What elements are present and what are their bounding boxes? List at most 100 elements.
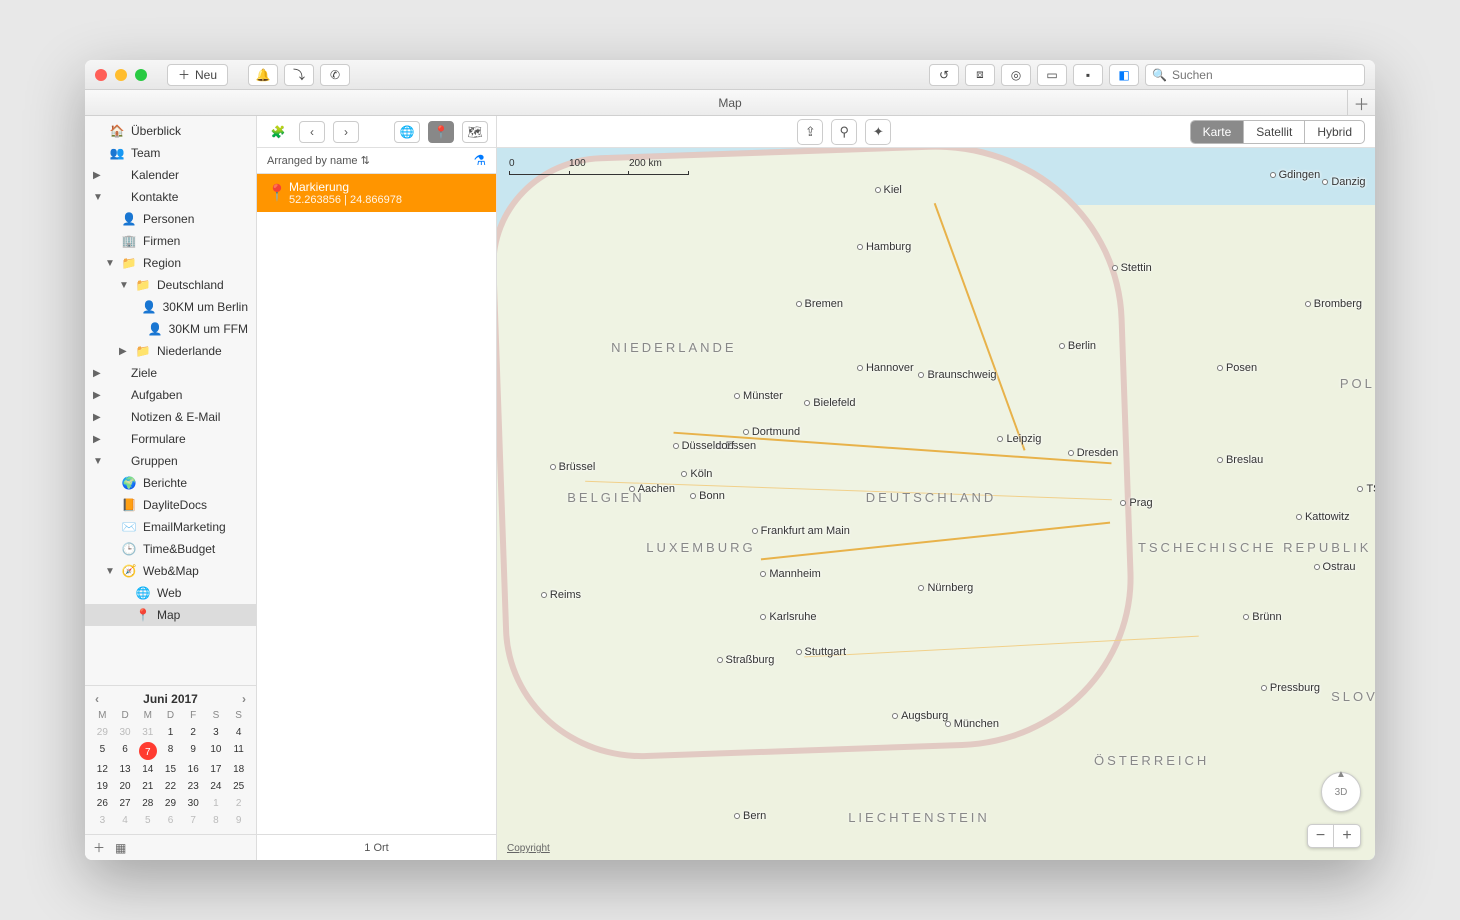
sidebar-item-gruppen[interactable]: ▼Gruppen (85, 450, 256, 472)
cal-day[interactable]: 19 (91, 779, 114, 794)
sidebar-item-berichte[interactable]: 🌍Berichte (85, 472, 256, 494)
app-icon[interactable]: 🧩 (265, 121, 291, 143)
cal-day[interactable]: 24 (205, 779, 228, 794)
cal-day[interactable]: 25 (227, 779, 250, 794)
copyright-link[interactable]: Copyright (507, 843, 550, 854)
sidebar-item-formulare[interactable]: ▶Formulare (85, 428, 256, 450)
cal-day[interactable]: 9 (227, 813, 250, 828)
cal-day[interactable]: 9 (182, 742, 205, 760)
cal-day[interactable]: 3 (91, 813, 114, 828)
cal-day[interactable]: 28 (136, 796, 159, 811)
sidebar-item-web[interactable]: 🌐Web (85, 582, 256, 604)
cal-day[interactable]: 13 (114, 762, 137, 777)
search-field[interactable]: 🔍 (1145, 64, 1365, 86)
sidebar-item-personen[interactable]: 👤Personen (85, 208, 256, 230)
cal-day[interactable]: 8 (159, 742, 182, 760)
cal-day[interactable]: 21 (136, 779, 159, 794)
cal-day[interactable]: 14 (136, 762, 159, 777)
cal-day[interactable]: 18 (227, 762, 250, 777)
map-segment-satellit[interactable]: Satellit (1243, 121, 1304, 143)
grid-view-button[interactable]: ▦ (115, 841, 126, 855)
cal-day[interactable]: 3 (205, 725, 228, 740)
new-button[interactable]: ＋ Neu (167, 64, 228, 86)
map-segment-hybrid[interactable]: Hybrid (1304, 121, 1364, 143)
sidebar-item-team[interactable]: 👥Team (85, 142, 256, 164)
map-segment-karte[interactable]: Karte (1191, 121, 1244, 143)
list-row[interactable]: 📍Markierung52.263856 | 24.866978 (257, 174, 496, 212)
pin-view[interactable]: 📍 (428, 121, 454, 143)
compass-3d[interactable]: 3D (1321, 772, 1361, 812)
cal-prev[interactable]: ‹ (91, 692, 103, 706)
call-button[interactable]: ✆ (320, 64, 350, 86)
sidebar-item-region[interactable]: ▼📁Region (85, 252, 256, 274)
cal-next[interactable]: › (238, 692, 250, 706)
cal-day[interactable]: 29 (159, 796, 182, 811)
cal-day[interactable]: 11 (227, 742, 250, 760)
nav-forward[interactable]: › (333, 121, 359, 143)
map-view[interactable]: 0100200 km 3D − + Copyright DEUTSCHLANDN… (497, 148, 1375, 860)
map-view[interactable]: 🗺 (462, 121, 488, 143)
cal-day[interactable]: 17 (205, 762, 228, 777)
sidebar-item-30km-um-ffm[interactable]: 👤30KM um FFM (85, 318, 256, 340)
display-icon[interactable]: ▭ (1037, 64, 1067, 86)
sidebar-item-daylitedocs[interactable]: 📙DayliteDocs (85, 494, 256, 516)
cal-day[interactable]: 1 (159, 725, 182, 740)
cal-day[interactable]: 8 (205, 813, 228, 828)
cal-day[interactable]: 6 (114, 742, 137, 760)
sort-bar[interactable]: Arranged by name ⇅ ⚗ (257, 148, 496, 174)
cal-day[interactable]: 29 (91, 725, 114, 740)
zoom-out[interactable]: − (1308, 825, 1334, 847)
sidebar-item-firmen[interactable]: 🏢Firmen (85, 230, 256, 252)
close-window[interactable] (95, 69, 107, 81)
incoming-call-button[interactable]: ⤵ (284, 64, 314, 86)
cal-day[interactable]: 1 (205, 796, 228, 811)
sidebar-item-ziele[interactable]: ▶Ziele (85, 362, 256, 384)
sidebar-item-aufgaben[interactable]: ▶Aufgaben (85, 384, 256, 406)
sidebar-item-kalender[interactable]: ▶Kalender (85, 164, 256, 186)
sidebar-item--berblick[interactable]: 🏠Überblick (85, 120, 256, 142)
cal-day[interactable]: 4 (227, 725, 250, 740)
sidebar-item-niederlande[interactable]: ▶📁Niederlande (85, 340, 256, 362)
sidebar-item-emailmarketing[interactable]: ✉️EmailMarketing (85, 516, 256, 538)
cal-day[interactable]: 30 (182, 796, 205, 811)
cal-day[interactable]: 7 (139, 742, 157, 760)
cal-day[interactable]: 16 (182, 762, 205, 777)
cal-day[interactable]: 2 (182, 725, 205, 740)
cal-day[interactable]: 4 (114, 813, 137, 828)
new-tab-button[interactable]: ＋ (1347, 90, 1375, 115)
cal-day[interactable]: 6 (159, 813, 182, 828)
search-input[interactable] (1172, 68, 1358, 82)
sidebar-item-notizen-e-mail[interactable]: ▶Notizen & E-Mail (85, 406, 256, 428)
cal-day[interactable]: 26 (91, 796, 114, 811)
cal-day[interactable]: 2 (227, 796, 250, 811)
sidebar-item-map[interactable]: 📍Map (85, 604, 256, 626)
globe-view[interactable]: 🌐 (394, 121, 420, 143)
cal-day[interactable]: 15 (159, 762, 182, 777)
sidebar-item-time-budget[interactable]: 🕒Time&Budget (85, 538, 256, 560)
tool-1[interactable]: ↺ (929, 64, 959, 86)
add-button[interactable]: ＋ (93, 839, 105, 856)
calendar-day-icon[interactable]: ⧈ (965, 64, 995, 86)
save-icon[interactable]: ▪ (1073, 64, 1103, 86)
cal-day[interactable]: 30 (114, 725, 137, 740)
cal-day[interactable]: 5 (136, 813, 159, 828)
map-type-segment[interactable]: KarteSatellitHybrid (1190, 120, 1365, 144)
panel-toggle[interactable]: ◧ (1109, 64, 1139, 86)
sidebar-item-kontakte[interactable]: ▼Kontakte (85, 186, 256, 208)
cal-day[interactable]: 22 (159, 779, 182, 794)
share-button[interactable]: ⇪ (797, 119, 823, 145)
cal-day[interactable]: 27 (114, 796, 137, 811)
drop-pin-button[interactable]: ⚲ (831, 119, 857, 145)
locate-button[interactable]: ✦ (865, 119, 891, 145)
cal-day[interactable]: 31 (136, 725, 159, 740)
filter-icon[interactable]: ⚗ (473, 152, 486, 169)
sidebar-item-deutschland[interactable]: ▼📁Deutschland (85, 274, 256, 296)
notifications-button[interactable]: 🔔 (248, 64, 278, 86)
nav-back[interactable]: ‹ (299, 121, 325, 143)
sidebar-item-30km-um-berlin[interactable]: 👤30KM um Berlin (85, 296, 256, 318)
zoom-in[interactable]: + (1334, 825, 1360, 847)
cal-day[interactable]: 7 (182, 813, 205, 828)
cal-day[interactable]: 5 (91, 742, 114, 760)
zoom-window[interactable] (135, 69, 147, 81)
sidebar-item-web-map[interactable]: ▼🧭Web&Map (85, 560, 256, 582)
